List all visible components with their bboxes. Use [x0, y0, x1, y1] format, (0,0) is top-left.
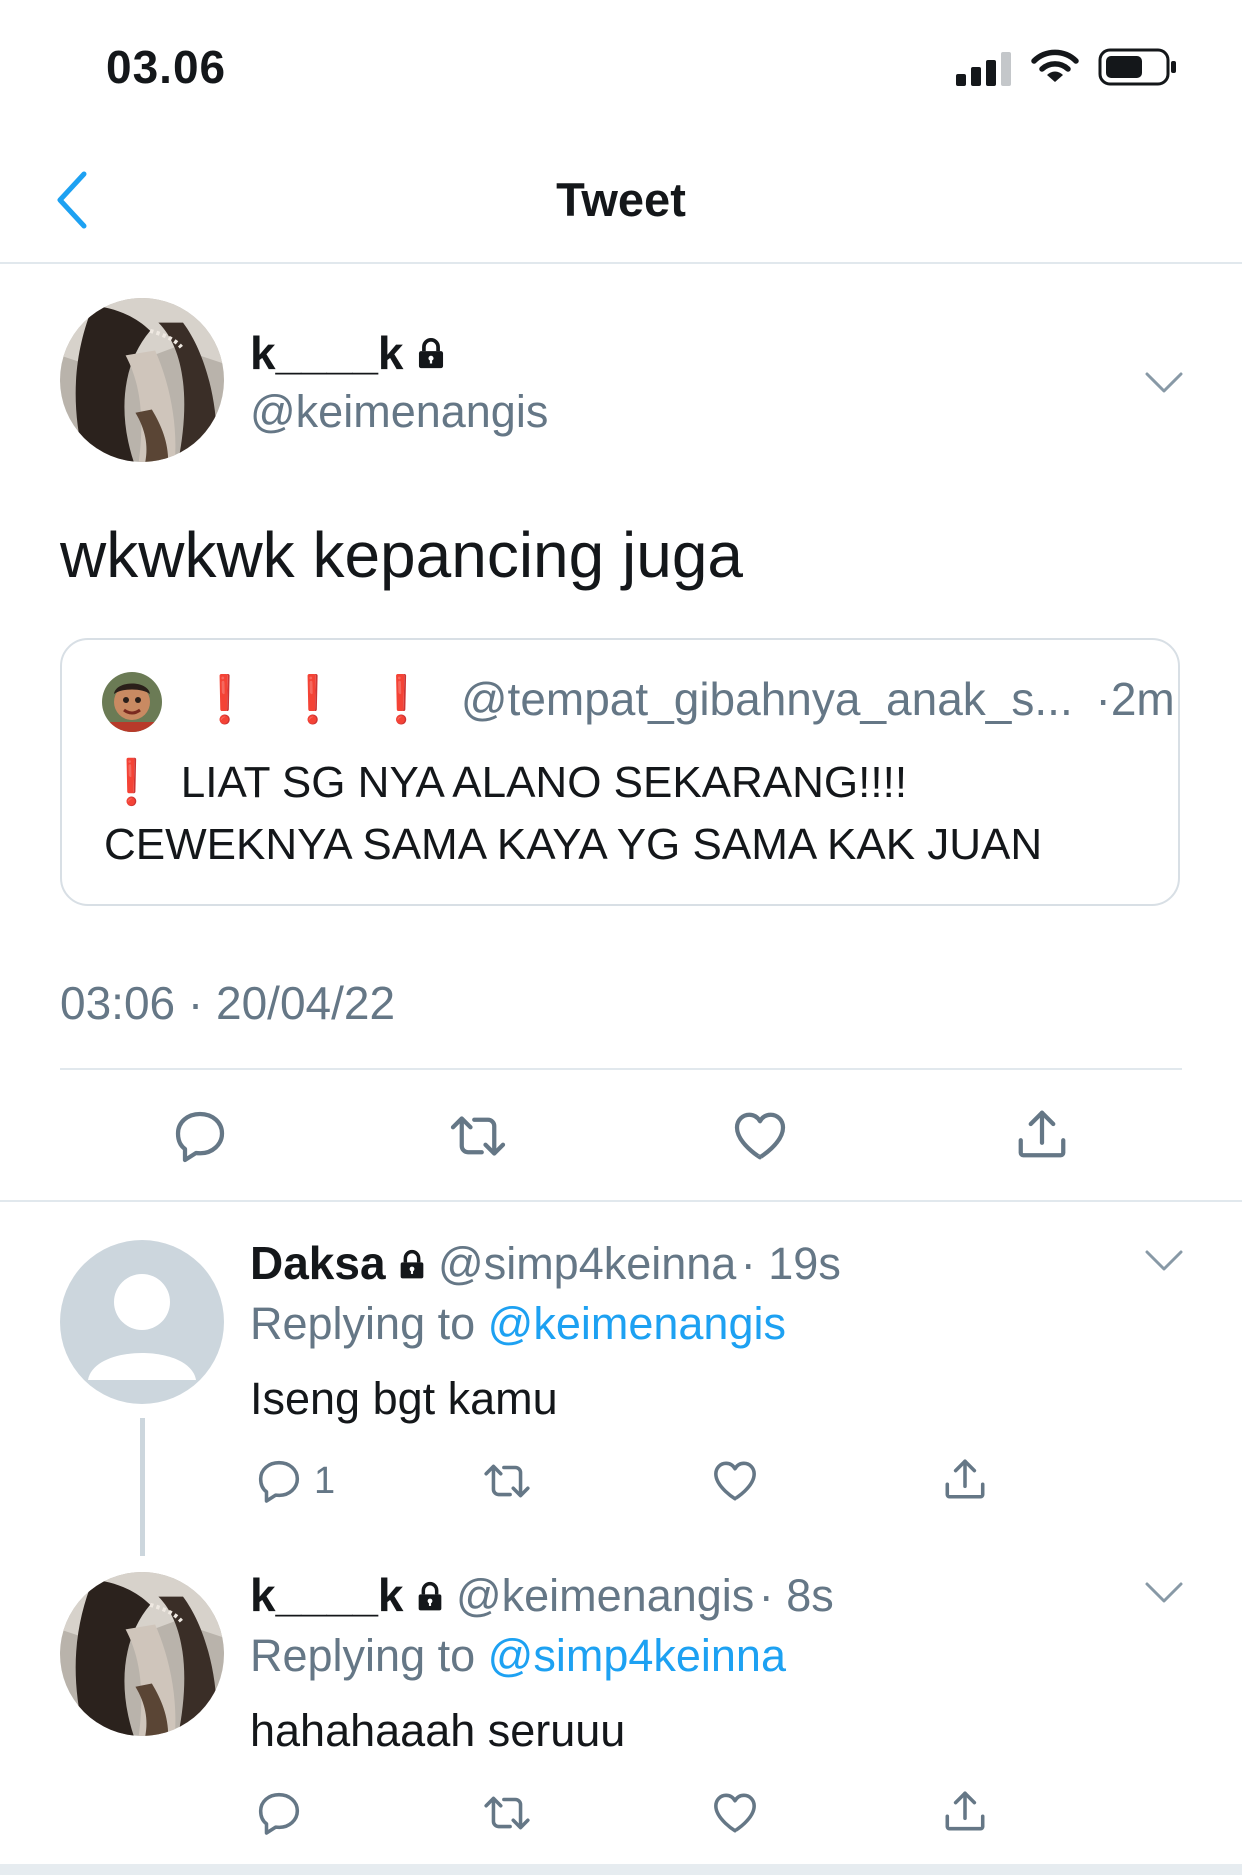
- like-icon: [730, 1106, 790, 1166]
- lock-icon: [414, 1581, 446, 1613]
- like-icon: [710, 1788, 760, 1838]
- reply-icon: [254, 1456, 304, 1506]
- author-name-text: k____k: [250, 327, 404, 379]
- tweet-timestamp: 03:06 · 20/04/22: [60, 977, 396, 1029]
- retweet-button[interactable]: [448, 1106, 508, 1166]
- retweet-icon: [482, 1456, 532, 1506]
- main-tweet-author-name[interactable]: k____k: [250, 326, 448, 380]
- quote-text-line-2: CEWEKNYA SAMA KAYA YG SAMA KAK JUAN: [104, 820, 1043, 869]
- reply-1-header: Daksa @simp4keinna · 19s: [250, 1236, 841, 1290]
- main-tweet-text: wkwkwk kepancing juga: [60, 519, 743, 591]
- quote-text-line-1: ❗ LIAT SG NYA ALANO SEKARANG!!!!: [104, 756, 907, 808]
- reply-1-handle[interactable]: @simp4keinna: [438, 1238, 736, 1289]
- reply-1-share-button[interactable]: [940, 1454, 990, 1504]
- wifi-icon: [1030, 47, 1080, 85]
- reply-2-reply-button[interactable]: [254, 1788, 304, 1838]
- reply-count: 1: [314, 1459, 336, 1502]
- signal-icon: [956, 50, 1014, 86]
- thread-connector-line: [140, 1418, 145, 1556]
- lock-icon: [396, 1249, 428, 1281]
- retweet-icon: [482, 1788, 532, 1838]
- reply-2-handle[interactable]: @keimenangis: [456, 1570, 754, 1621]
- replying-to-link[interactable]: @simp4keinna: [488, 1630, 786, 1681]
- share-icon: [1012, 1104, 1072, 1164]
- reply-1-time: · 19s: [740, 1238, 841, 1289]
- quote-author-avatar: [102, 672, 162, 732]
- reply-2-avatar[interactable]: [60, 1572, 224, 1736]
- reply-2-replying-to: Replying to @simp4keinna: [250, 1630, 786, 1682]
- like-button[interactable]: [730, 1106, 790, 1166]
- default-avatar-icon: [88, 1274, 196, 1380]
- quote-author-name: ❗: [196, 673, 254, 725]
- reply-1-text: Iseng bgt kamu: [250, 1373, 558, 1424]
- reply-2-like-button[interactable]: [710, 1788, 760, 1838]
- retweet-icon: [448, 1106, 508, 1166]
- reply-2-header: k____k @keimenangis · 8s: [250, 1568, 834, 1622]
- reply-2-author-name[interactable]: k____k: [250, 1569, 404, 1621]
- reply-1-retweet-button[interactable]: [482, 1456, 532, 1506]
- bottom-separator: [0, 1864, 1242, 1875]
- replying-label: Replying to: [250, 1630, 476, 1681]
- quote-text-1: LIAT SG NYA ALANO SEKARANG!!!!: [180, 758, 908, 807]
- timestamp-divider: [60, 1068, 1182, 1070]
- replying-label: Replying to: [250, 1298, 476, 1349]
- quote-author-name-mark: ❗: [372, 673, 430, 725]
- chevron-down-icon[interactable]: [1144, 1248, 1184, 1274]
- reply-icon: [254, 1788, 304, 1838]
- reply-1-reply-button[interactable]: 1: [254, 1456, 335, 1506]
- nav-divider: [0, 262, 1242, 264]
- lock-icon: [414, 337, 448, 371]
- reply-1-author-name[interactable]: Daksa: [250, 1237, 386, 1289]
- main-tweet-avatar[interactable]: [60, 298, 224, 462]
- share-icon: [940, 1454, 990, 1504]
- quote-author-handle: @tempat_gibahnya_anak_s...: [460, 673, 1073, 725]
- chevron-down-icon[interactable]: [1144, 370, 1184, 396]
- chevron-down-icon[interactable]: [1144, 1580, 1184, 1606]
- reply-2-time: · 8s: [758, 1570, 834, 1621]
- reply-icon: [170, 1106, 230, 1166]
- reply-2-text: hahahaaah seruuu: [250, 1705, 626, 1756]
- quote-author-name-mark: ❗: [284, 673, 342, 725]
- main-tweet-handle[interactable]: @keimenangis: [250, 386, 548, 438]
- reply-1-replying-to: Replying to @keimenangis: [250, 1298, 786, 1350]
- status-time: 03.06: [106, 41, 227, 93]
- share-button[interactable]: [1012, 1104, 1072, 1164]
- actions-divider: [0, 1200, 1242, 1202]
- quote-header: ❗ ❗ ❗ @tempat_gibahnya_anak_s... ·2m: [196, 672, 1175, 727]
- reply-2-share-button[interactable]: [940, 1786, 990, 1836]
- reply-button[interactable]: [170, 1106, 230, 1166]
- quote-time: ·2m: [1095, 673, 1175, 725]
- reply-2-retweet-button[interactable]: [482, 1788, 532, 1838]
- reply-1-avatar[interactable]: [60, 1240, 224, 1404]
- exclamation-icon: ❗: [104, 758, 159, 807]
- share-icon: [940, 1786, 990, 1836]
- like-icon: [710, 1456, 760, 1506]
- page-title: Tweet: [556, 173, 686, 226]
- battery-icon: [1098, 48, 1178, 88]
- reply-1-like-button[interactable]: [710, 1456, 760, 1506]
- replying-to-link[interactable]: @keimenangis: [488, 1298, 786, 1349]
